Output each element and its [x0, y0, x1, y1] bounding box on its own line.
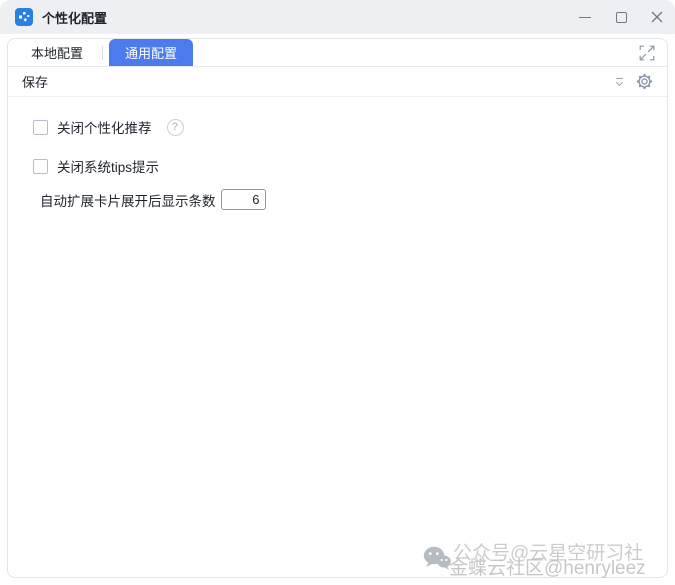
toolbar-right [614, 73, 653, 90]
tab-divider [102, 46, 103, 60]
checkbox-close-personalized-recommendation[interactable] [33, 120, 48, 135]
config-panel: 本地配置 通用配置 保存 [7, 38, 668, 578]
titlebar: 个性化配置 [0, 0, 675, 34]
display-count-input[interactable] [221, 189, 266, 210]
checkbox-row-personalized-recommendation[interactable]: 关闭个性化推荐 ? [33, 117, 667, 137]
personalization-config-window: 个性化配置 本地配置 通用配置 [0, 0, 675, 585]
checkbox-label[interactable]: 关闭系统tips提示 [57, 156, 159, 176]
tab-general-config[interactable]: 通用配置 [109, 39, 193, 66]
window-title: 个性化配置 [42, 8, 107, 27]
checkbox-row-system-tips[interactable]: 关闭系统tips提示 [33, 156, 667, 176]
window-controls [567, 0, 675, 34]
display-count-label: 自动扩展卡片展开后显示条数 [40, 190, 216, 210]
save-button[interactable]: 保存 [22, 72, 48, 91]
help-icon[interactable]: ? [167, 119, 184, 136]
close-icon[interactable] [639, 0, 675, 34]
checkbox-label[interactable]: 关闭个性化推荐 [57, 117, 152, 137]
maximize-icon[interactable] [603, 0, 639, 34]
tab-local-config[interactable]: 本地配置 [18, 39, 96, 66]
settings-content: 关闭个性化推荐 ? 关闭系统tips提示 自动扩展卡片展开后显示条数 [8, 97, 667, 210]
minimize-icon[interactable] [567, 0, 603, 34]
collapse-toolbar-icon[interactable] [614, 78, 624, 85]
app-logo-icon [15, 8, 33, 26]
gear-icon[interactable] [636, 73, 653, 90]
checkbox-close-system-tips[interactable] [33, 159, 48, 174]
display-count-row: 自动扩展卡片展开后显示条数 [40, 189, 667, 210]
toolbar: 保存 [8, 67, 667, 97]
expand-icon[interactable] [639, 45, 655, 61]
tabbar: 本地配置 通用配置 [8, 39, 667, 67]
